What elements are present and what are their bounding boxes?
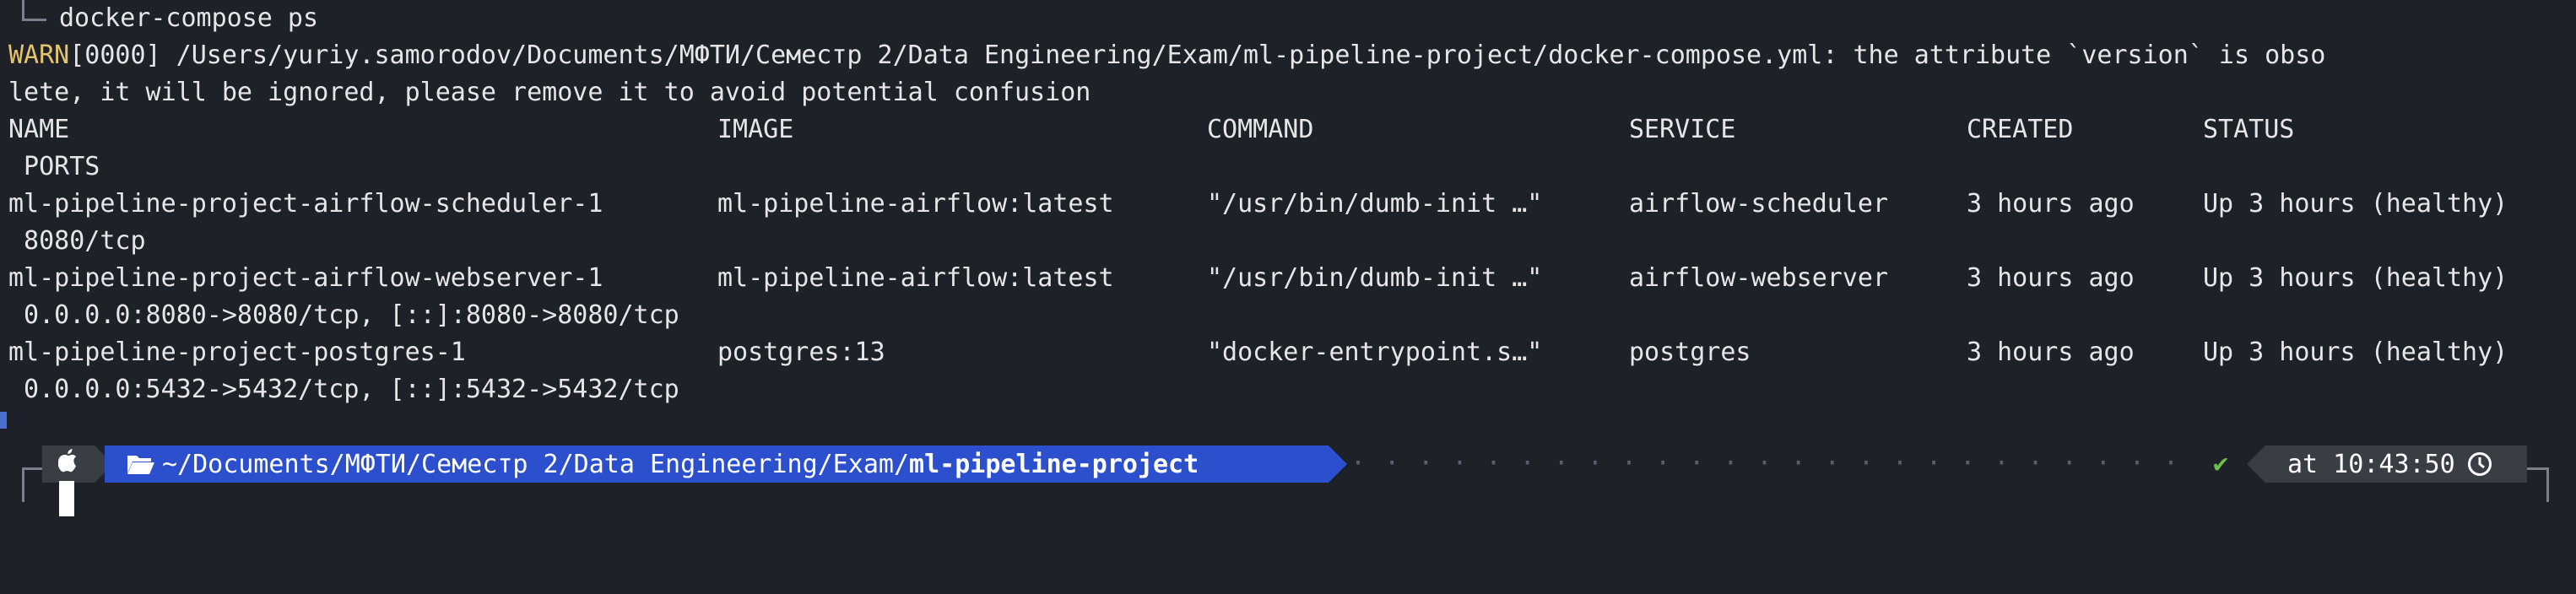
row-status: Up 3 hours (healthy)	[2203, 338, 2508, 367]
header-status: STATUS	[2203, 115, 2295, 144]
path-segment: ~/Documents/МФТИ/Семестр 2/Data Engineer…	[105, 446, 1347, 483]
folder-open-icon	[127, 453, 155, 475]
row-created: 3 hours ago	[1967, 263, 2135, 293]
row-name: ml-pipeline-project-airflow-scheduler-1	[8, 189, 603, 219]
path-prefix: ~/Documents/МФТИ/Семестр 2/Data Engineer…	[162, 449, 910, 479]
row-created: 3 hours ago	[1967, 189, 2135, 219]
header-command: COMMAND	[1207, 115, 1314, 144]
apple-icon	[57, 449, 78, 479]
prompt-frame-top	[22, 0, 46, 21]
row-image: postgres:13	[717, 338, 885, 367]
clock-icon	[2467, 451, 2492, 477]
row-service: airflow-webserver	[1629, 263, 1889, 293]
header-name: NAME	[8, 115, 70, 144]
row-created: 3 hours ago	[1967, 338, 2135, 367]
row-status: Up 3 hours (healthy)	[2203, 189, 2508, 219]
table-row: ml-pipeline-project-airflow-webserver-1 …	[8, 260, 2574, 297]
status-check-icon: ✔	[2213, 449, 2229, 478]
warning-continuation: lete, it will be ignored, please remove …	[8, 78, 1091, 107]
prompt-marker	[0, 412, 7, 429]
prompt-filler: · · · · · · · · · · · · · · · · · · · · …	[1350, 449, 2186, 478]
row-image: ml-pipeline-airflow:latest	[717, 189, 1114, 219]
row-ports: 0.0.0.0:8080->8080/tcp, [::]:8080->8080/…	[8, 300, 679, 330]
table-row: ml-pipeline-project-postgres-1 postgres:…	[8, 334, 2574, 371]
prompt-bar: ~/Documents/МФТИ/Семестр 2/Data Engineer…	[0, 446, 2576, 483]
row-name: ml-pipeline-project-postgres-1	[8, 338, 466, 367]
row-status: Up 3 hours (healthy)	[2203, 263, 2508, 293]
row-service: postgres	[1629, 338, 1751, 367]
row-ports: 0.0.0.0:5432->5432/tcp, [::]:5432->5432/…	[8, 375, 679, 404]
row-command: "/usr/bin/dumb-init …"	[1207, 189, 1543, 219]
time-text: at 10:43:50	[2287, 449, 2455, 479]
path-current-dir: ml-pipeline-project	[909, 449, 1199, 479]
header-created: CREATED	[1967, 115, 2074, 144]
warn-message: [0000] /Users/yuriy.samorodov/Documents/…	[69, 40, 2326, 70]
row-image: ml-pipeline-airflow:latest	[717, 263, 1114, 293]
row-name: ml-pipeline-project-airflow-webserver-1	[8, 263, 603, 293]
table-header: NAME IMAGE COMMAND SERVICE CREATED STATU…	[8, 111, 2574, 148]
header-service: SERVICE	[1629, 115, 1736, 144]
table-row: ml-pipeline-project-airflow-scheduler-1 …	[8, 186, 2574, 223]
warning-line: WARN[0000] /Users/yuriy.samorodov/Docume…	[8, 37, 2325, 74]
row-command: "/usr/bin/dumb-init …"	[1207, 263, 1543, 293]
command-line: docker-compose ps	[59, 3, 319, 33]
terminal-cursor	[59, 481, 74, 516]
warn-prefix: WARN	[8, 40, 70, 70]
header-ports: PORTS	[8, 152, 100, 181]
header-image: IMAGE	[717, 115, 794, 144]
row-ports: 8080/tcp	[8, 226, 146, 256]
row-service: airflow-scheduler	[1629, 189, 1889, 219]
row-command: "docker-entrypoint.s…"	[1207, 338, 1543, 367]
time-segment: at 10:43:50	[2247, 446, 2527, 483]
os-segment	[42, 446, 113, 483]
